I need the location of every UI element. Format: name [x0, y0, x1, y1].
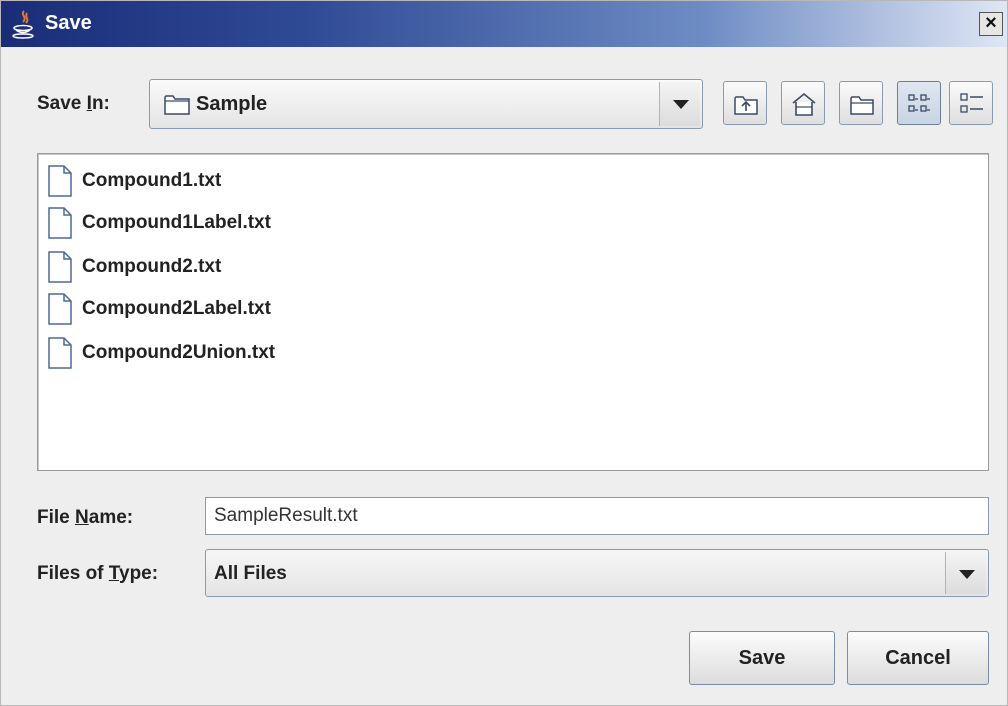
file-icon [48, 165, 72, 197]
close-icon: × [985, 12, 997, 34]
new-folder-icon [850, 96, 874, 115]
list-view-button[interactable] [897, 81, 941, 125]
details-view-button[interactable] [949, 81, 993, 125]
file-icon [48, 293, 72, 325]
home-button[interactable] [781, 81, 825, 125]
file-type-label: Files of Type: [37, 563, 159, 584]
cancel-button[interactable]: Cancel [847, 631, 989, 685]
file-list[interactable]: Compound1.txt Compound1Label.txt Compoun… [37, 153, 989, 471]
save-dialog: Save × Save In: Sample Compound1.txt Com… [0, 0, 1008, 706]
file-name: Compound1.txt [82, 170, 222, 191]
close-button[interactable]: × [979, 12, 1003, 36]
file-list-item[interactable]: Compound2Union.txt [46, 336, 275, 370]
details-view-icon [960, 93, 983, 113]
chevron-down-icon[interactable] [945, 552, 986, 594]
file-list-item[interactable]: Compound2Label.txt [46, 292, 271, 326]
window-title: Save [45, 12, 92, 34]
file-list-item[interactable]: Compound2.txt [46, 250, 221, 284]
file-name: Compound2.txt [82, 256, 222, 277]
save-in-value: Sample [196, 93, 268, 115]
file-icon [48, 251, 72, 283]
save-in-combo[interactable]: Sample [149, 79, 703, 129]
file-name-label: File Name: [37, 507, 134, 528]
file-type-combo[interactable]: All Files [205, 549, 989, 597]
new-folder-button[interactable] [839, 81, 883, 125]
file-name: Compound1Label.txt [82, 212, 271, 233]
chevron-down-icon[interactable] [659, 82, 700, 126]
title-bar[interactable]: Save × [1, 1, 1007, 47]
save-button[interactable]: Save [689, 631, 835, 685]
file-name: Compound2Union.txt [82, 342, 276, 363]
file-icon [48, 337, 72, 369]
java-icon [12, 10, 34, 39]
file-type-value: All Files [214, 563, 287, 584]
file-list-item[interactable]: Compound1Label.txt [46, 206, 271, 240]
file-name-input[interactable] [205, 497, 989, 535]
home-icon [792, 92, 816, 116]
folder-icon [164, 95, 190, 115]
file-list-item[interactable]: Compound1.txt [46, 164, 221, 198]
up-folder-icon [734, 96, 758, 115]
file-icon [48, 207, 72, 239]
save-in-label: Save In: [37, 93, 110, 114]
up-one-level-button[interactable] [723, 81, 767, 125]
list-view-icon [908, 94, 930, 112]
file-name: Compound2Label.txt [82, 298, 271, 319]
